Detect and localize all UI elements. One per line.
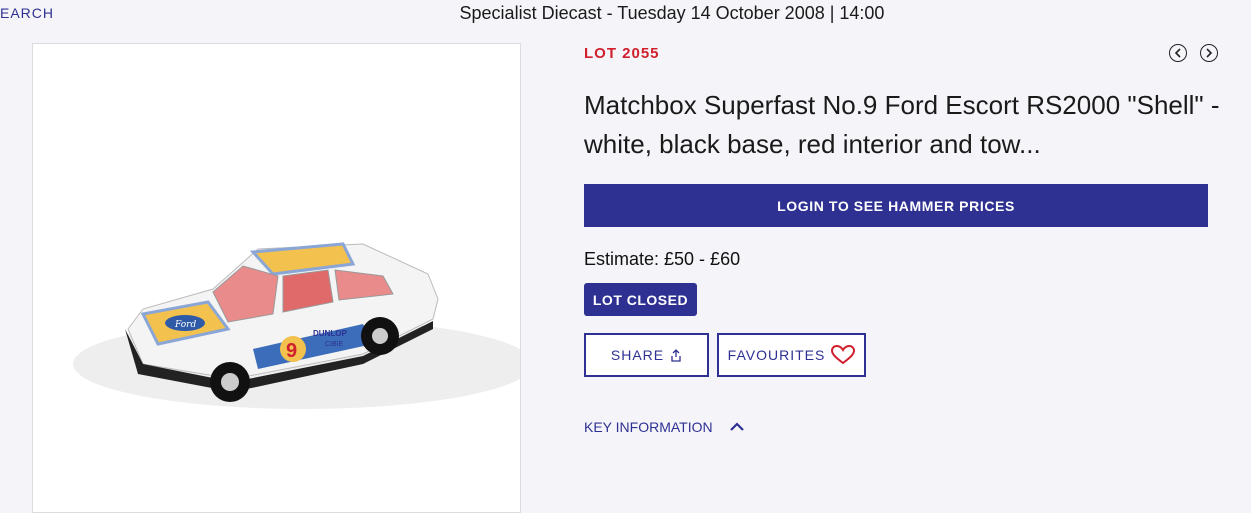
favourites-button[interactable]: FAVOURITES: [717, 333, 866, 377]
lot-status-badge: LOT CLOSED: [584, 283, 697, 316]
heart-icon: [831, 345, 856, 365]
ford-decal: Ford: [174, 320, 196, 330]
lot-title: Matchbox Superfast No.9 Ford Escort RS20…: [584, 90, 1220, 159]
share-button[interactable]: SHARE: [584, 333, 709, 377]
car-number-decal: 9: [286, 340, 297, 362]
share-label: SHARE: [610, 347, 665, 363]
dunlop-decal: DUNLOP: [313, 329, 347, 338]
login-hammer-prices-button[interactable]: LOGIN TO SEE HAMMER PRICES: [584, 184, 1208, 227]
previous-lot-button[interactable]: [1169, 44, 1187, 62]
key-information-toggle[interactable]: KEY INFORMATION: [584, 419, 745, 435]
lot-image[interactable]: Ford 9 DUNLOP CIBIE: [32, 43, 521, 513]
car-photo: Ford 9 DUNLOP CIBIE: [73, 242, 520, 409]
key-information-label: KEY INFORMATION: [584, 419, 713, 435]
chevron-up-icon: [729, 422, 744, 431]
chevron-right-icon: [1206, 48, 1213, 58]
share-icon: [671, 348, 681, 362]
estimate: Estimate: £50 - £60: [584, 249, 741, 269]
favourites-label: FAVOURITES: [727, 347, 826, 363]
chevron-left-icon: [1174, 48, 1181, 58]
cibie-decal: CIBIE: [325, 341, 344, 348]
next-lot-button[interactable]: [1200, 44, 1218, 62]
lot-number: LOT 2055: [584, 45, 660, 62]
auction-header-title: Specialist Diecast - Tuesday 14 October …: [459, 3, 885, 23]
